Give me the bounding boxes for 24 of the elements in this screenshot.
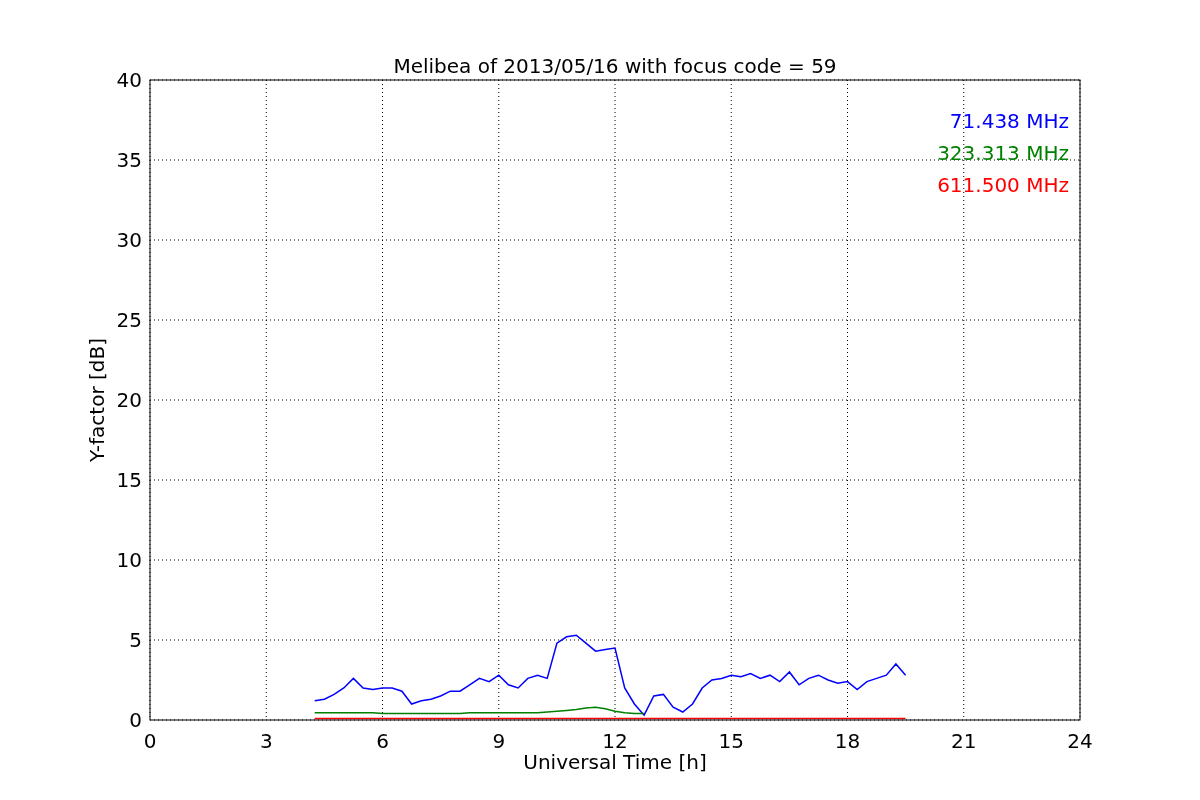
x-tick-label: 24: [1067, 729, 1093, 753]
y-axis-label: Y-factor [dB]: [85, 338, 109, 462]
x-tick-label: 0: [143, 729, 157, 753]
legend-label: 71.438 MHz: [949, 109, 1069, 133]
x-tick-label: 15: [718, 729, 744, 753]
x-axis-label: Universal Time [h]: [523, 750, 707, 774]
legend-label: 611.500 MHz: [937, 173, 1069, 197]
x-tick-label: 6: [376, 729, 389, 753]
y-tick-label: 5: [129, 628, 142, 652]
y-tick-label: 0: [129, 708, 142, 732]
x-tick-label: 3: [259, 729, 273, 753]
y-tick-label: 35: [116, 148, 142, 172]
y-tick-label: 25: [116, 308, 142, 332]
x-tick-label: 18: [834, 729, 861, 753]
chart-title: Melibea of 2013/05/16 with focus code = 59: [393, 54, 837, 78]
y-tick-label: 40: [116, 68, 142, 92]
x-tick-label: 9: [492, 729, 506, 753]
y-tick-label: 30: [116, 228, 142, 252]
y-tick-label: 15: [116, 468, 142, 492]
x-tick-label: 21: [951, 729, 977, 753]
x-tick-label: 12: [602, 729, 628, 753]
y-tick-label: 20: [116, 388, 142, 412]
y-tick-label: 10: [116, 548, 142, 572]
legend-label: 323.313 MHz: [937, 141, 1069, 165]
